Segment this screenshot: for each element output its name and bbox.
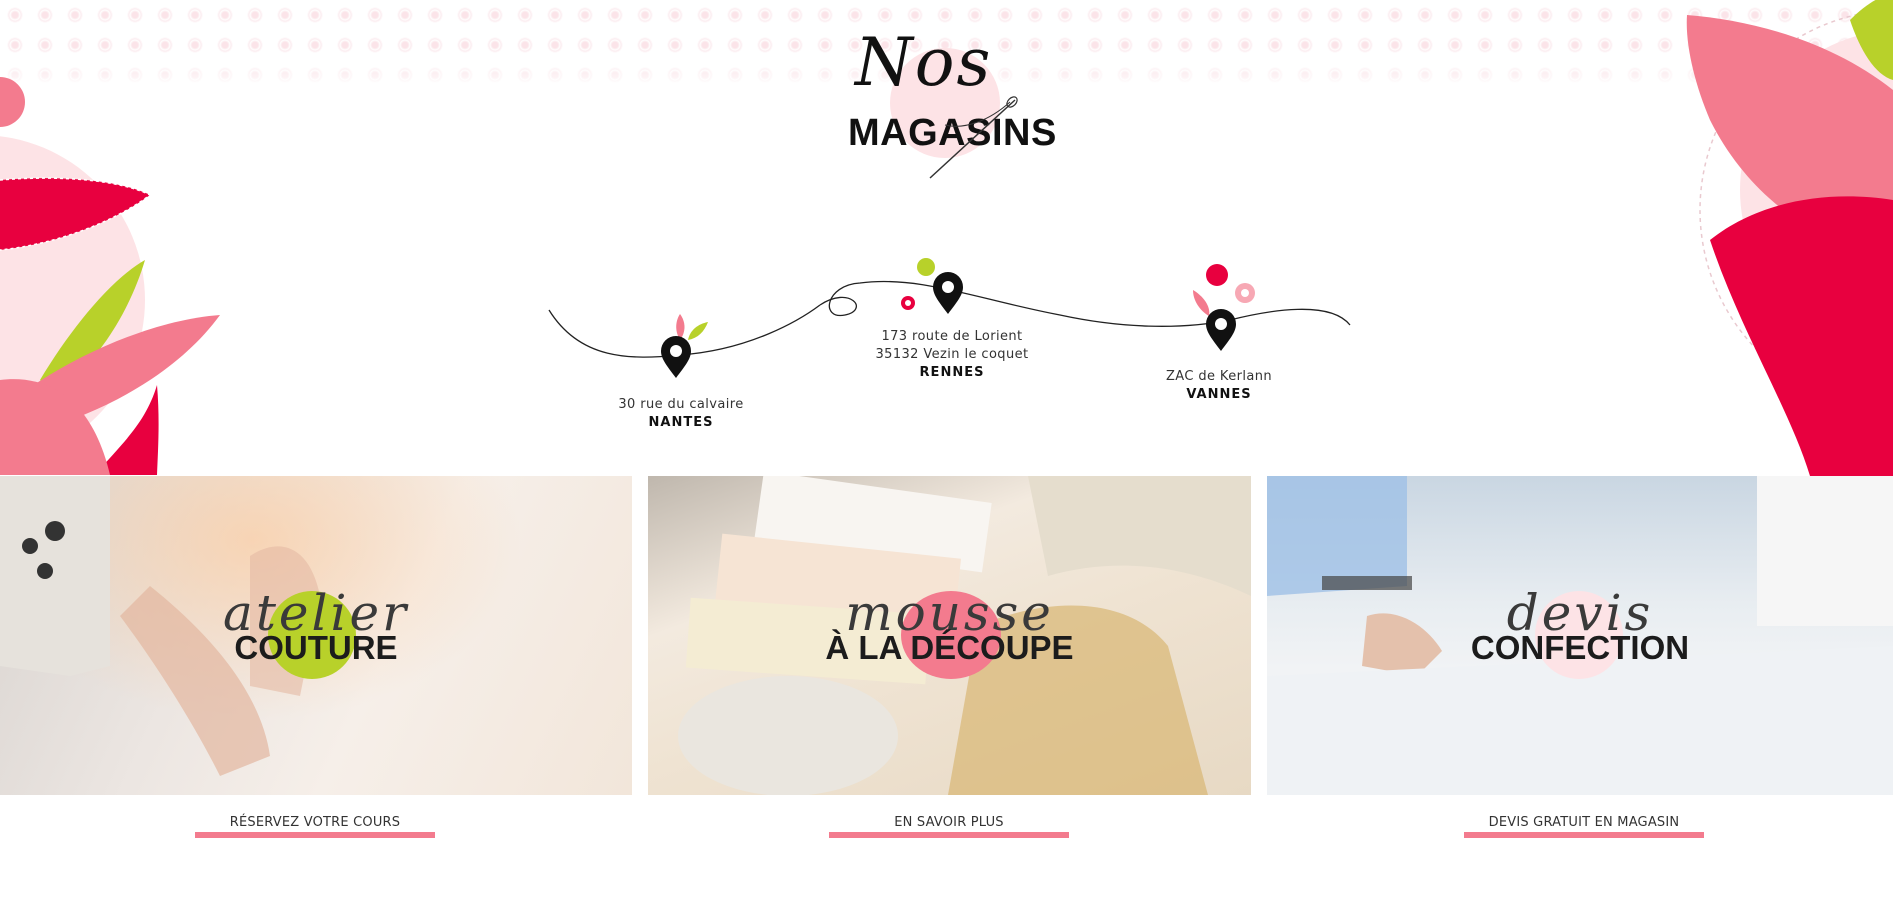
store-address: 173 route de Lorient	[881, 329, 1023, 344]
map-pin-icon[interactable]	[931, 271, 965, 315]
service-card-couture[interactable]: atelier COUTURE	[0, 476, 632, 795]
card-main-title: À LA DÉCOUPE	[825, 629, 1074, 666]
store-rennes[interactable]: 173 route de Lorient 35132 Vezin le coqu…	[852, 328, 1052, 382]
learn-more-link[interactable]: EN SAVOIR PLUS	[829, 815, 1069, 838]
needle-icon	[929, 96, 1018, 179]
map-pin-icon[interactable]	[659, 335, 693, 379]
store-city: RENNES	[919, 365, 985, 380]
store-city: VANNES	[1186, 387, 1252, 402]
cta-label: RÉSERVEZ VOTRE COURS	[229, 815, 401, 830]
cta-underline	[829, 832, 1069, 838]
left-petal-decoration	[0, 77, 220, 475]
store-city: NANTES	[648, 415, 714, 430]
cta-label: DEVIS GRATUIT EN MAGASIN	[1488, 815, 1680, 830]
store-address-line2: 35132 Vezin le coquet	[875, 347, 1029, 362]
store-address: 30 rue du calvaire	[618, 397, 744, 412]
map-pin-icon[interactable]	[1204, 308, 1238, 352]
cta-label: EN SAVOIR PLUS	[894, 815, 1004, 830]
cta-underline	[195, 832, 435, 838]
cta-underline	[1464, 832, 1704, 838]
card-main-title: COUTURE	[234, 629, 398, 666]
stores-title: Nos MAGASINS	[840, 30, 1070, 180]
card-main-title: CONFECTION	[1470, 629, 1690, 666]
book-course-link[interactable]: RÉSERVEZ VOTRE COURS	[195, 815, 435, 838]
service-card-mousse[interactable]: mousse À LA DÉCOUPE	[648, 476, 1251, 795]
service-card-devis[interactable]: devis CONFECTION	[1267, 476, 1893, 795]
free-quote-link[interactable]: DEVIS GRATUIT EN MAGASIN	[1464, 815, 1704, 838]
store-nantes[interactable]: 30 rue du calvaire NANTES	[581, 396, 781, 432]
store-address: ZAC de Kerlann	[1165, 369, 1273, 384]
right-petal-decoration	[1686, 0, 1893, 476]
store-vannes[interactable]: ZAC de Kerlann VANNES	[1119, 368, 1319, 404]
